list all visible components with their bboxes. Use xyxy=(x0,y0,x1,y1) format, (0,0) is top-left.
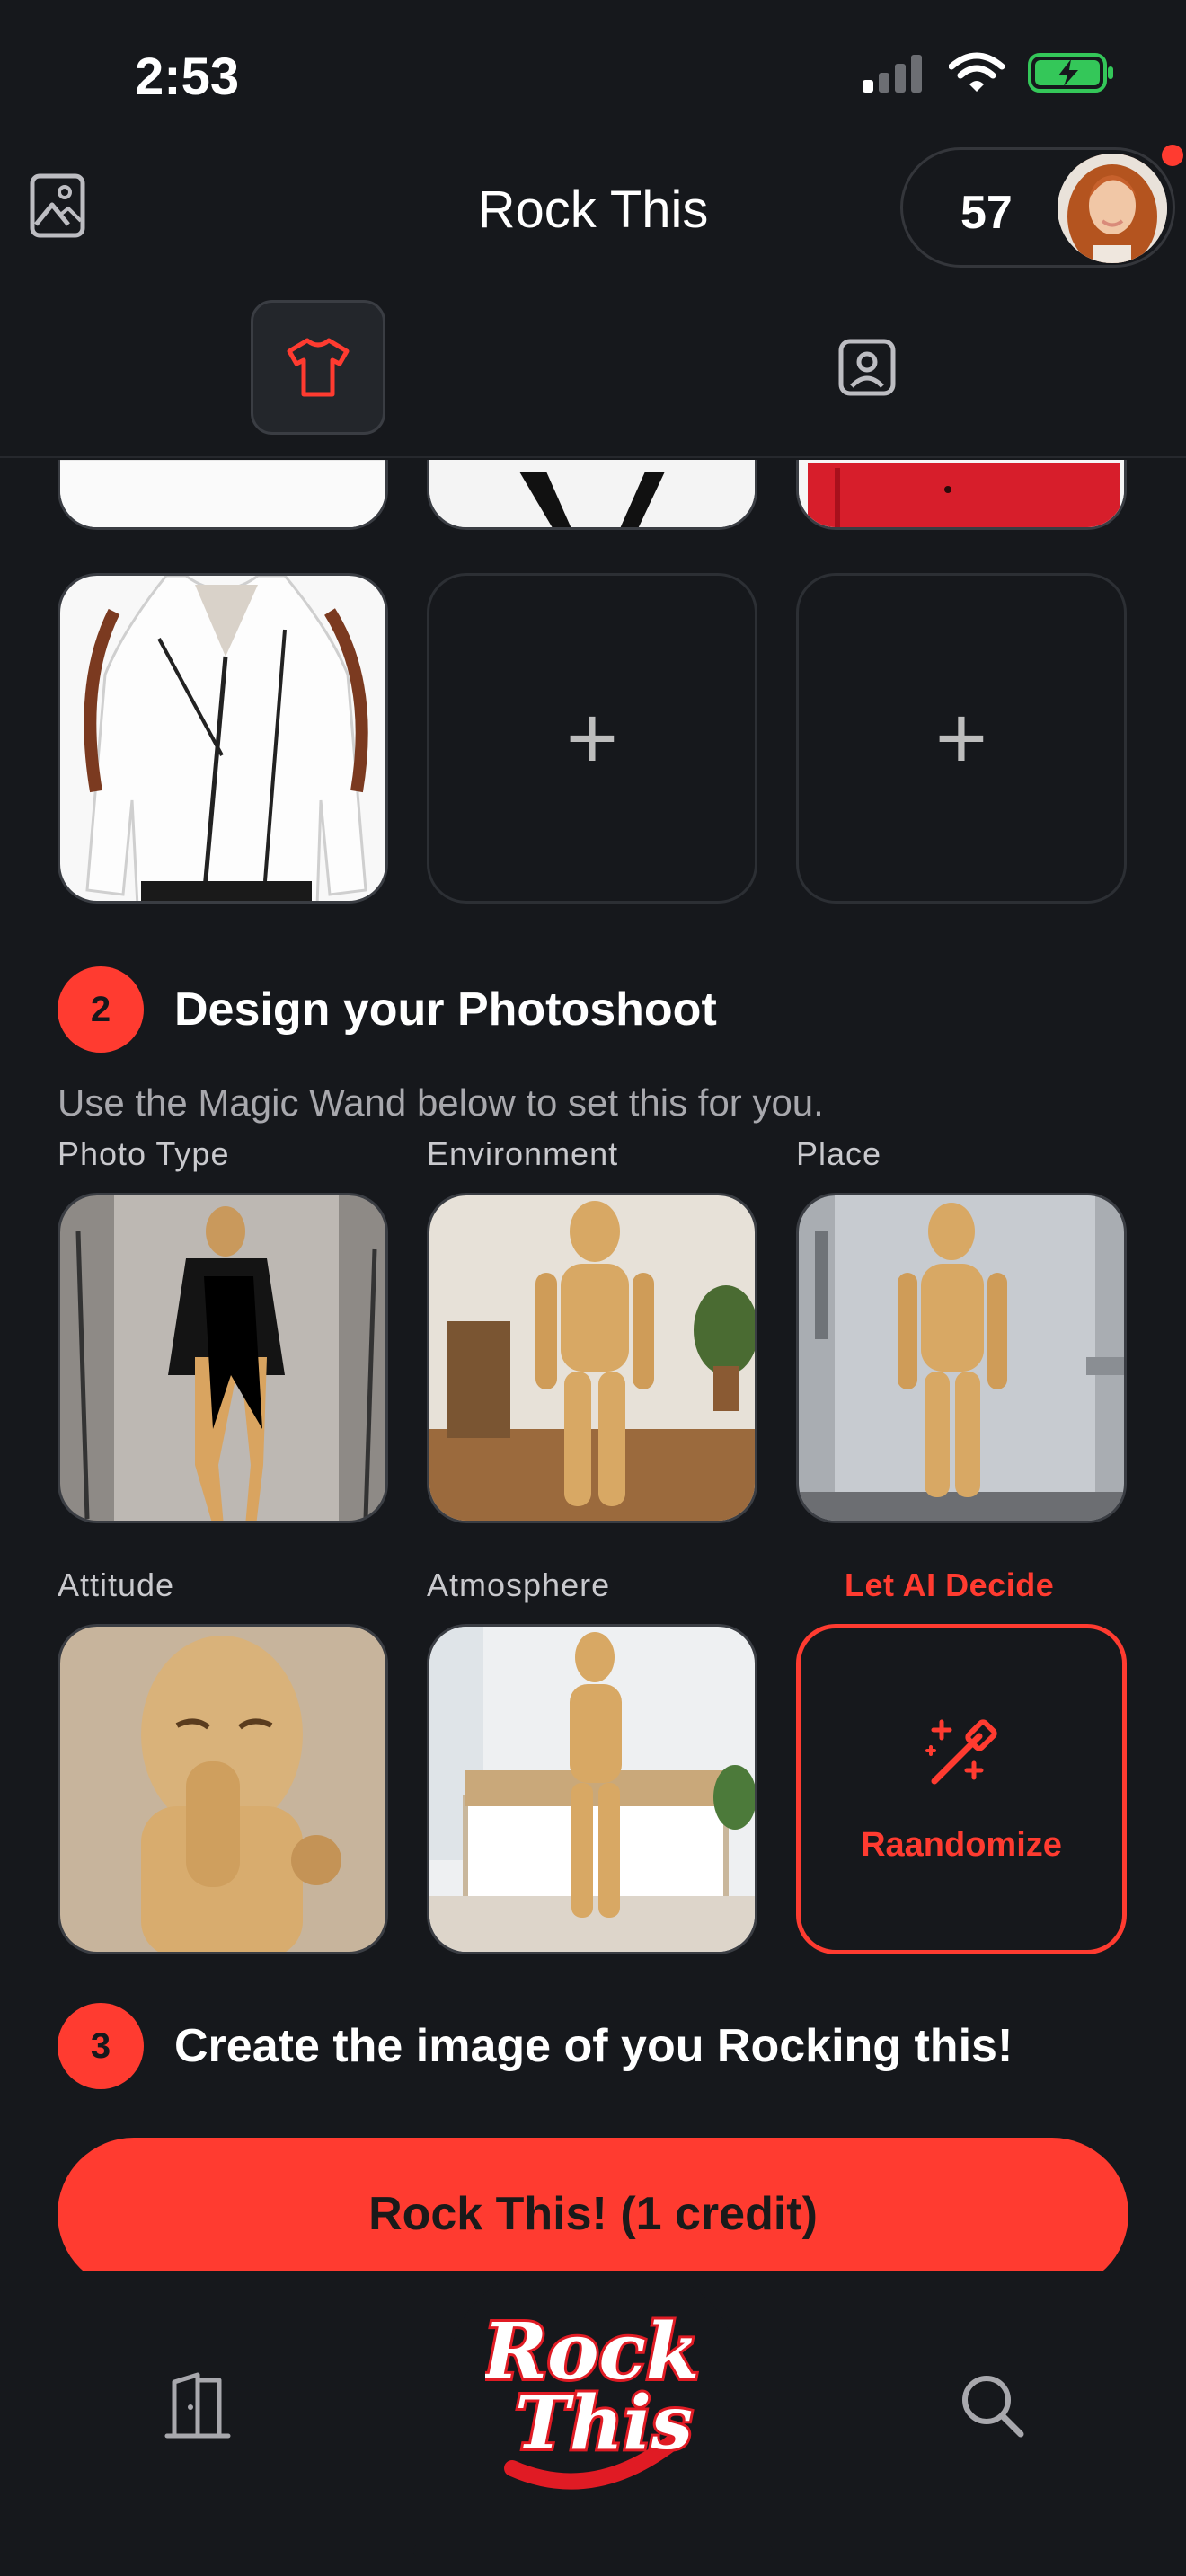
bottom-nav: Rock This xyxy=(0,2271,1186,2576)
status-bar: 2:53 xyxy=(0,0,1186,144)
status-time: 2:53 xyxy=(135,48,240,106)
logo-icon: Rock This xyxy=(478,2304,702,2490)
scroll-content[interactable]: + + 2 Design your Photoshoot Use the Mag… xyxy=(0,460,1186,2130)
option-photo-type[interactable] xyxy=(58,1193,388,1523)
mode-tabs xyxy=(0,269,1186,458)
plus-icon: + xyxy=(565,688,619,789)
logo-this-text: This xyxy=(515,2380,693,2466)
app-header: Rock This 57 xyxy=(0,144,1186,269)
nav-search-button[interactable] xyxy=(956,2369,1028,2441)
option-place[interactable] xyxy=(796,1193,1127,1523)
step-3-title: Create the image of you Rocking this! xyxy=(174,2020,1013,2072)
door-icon xyxy=(164,2372,231,2439)
clothing-item-white-jacket[interactable] xyxy=(58,573,388,904)
step-3-badge: 3 xyxy=(58,2003,144,2089)
randomize-label: Raandomize xyxy=(861,1825,1062,1864)
wifi-icon xyxy=(949,52,1005,92)
credits-count: 57 xyxy=(960,187,1013,239)
step-2-badge: 2 xyxy=(58,966,144,1053)
nav-wardrobe-button[interactable] xyxy=(162,2369,234,2441)
add-clothing-slot-2[interactable]: + xyxy=(796,573,1127,904)
tab-clothing[interactable] xyxy=(251,300,385,435)
option-label-atmosphere: Atmosphere xyxy=(427,1566,611,1603)
notification-dot xyxy=(1162,145,1183,166)
option-label-environment: Environment xyxy=(427,1135,619,1172)
tshirt-icon xyxy=(287,338,350,397)
plus-icon: + xyxy=(934,688,988,789)
option-atmosphere[interactable] xyxy=(427,1624,757,1954)
option-attitude[interactable] xyxy=(58,1624,388,1954)
let-ai-decide-label: Let AI Decide xyxy=(845,1566,1055,1603)
clothing-item-white-top[interactable] xyxy=(58,460,388,530)
add-clothing-slot-1[interactable]: + xyxy=(427,573,757,904)
rock-this-logo[interactable]: Rock This xyxy=(478,2289,702,2495)
avatar xyxy=(1058,154,1167,263)
randomize-button[interactable]: Raandomize xyxy=(796,1624,1127,1954)
tab-person[interactable] xyxy=(800,300,934,435)
step-2-title: Design your Photoshoot xyxy=(174,984,717,1036)
search-icon xyxy=(962,2376,1024,2438)
option-environment[interactable] xyxy=(427,1193,757,1523)
step-2-hint: Use the Magic Wand below to set this for… xyxy=(58,1081,824,1124)
rock-this-button[interactable]: Rock This! (1 credit) xyxy=(58,2138,1128,2290)
status-icons xyxy=(863,52,1114,93)
option-label-photo-type: Photo Type xyxy=(58,1135,230,1172)
home-indicator xyxy=(413,2545,773,2557)
clothing-item-black-pants[interactable] xyxy=(427,460,757,530)
signal-icon xyxy=(863,55,922,93)
credits-profile-button[interactable]: 57 xyxy=(900,145,1183,268)
option-label-attitude: Attitude xyxy=(58,1566,175,1603)
person-portrait-icon xyxy=(838,339,896,396)
magic-wand-icon xyxy=(925,1718,997,1784)
battery-icon xyxy=(1028,53,1113,93)
clothing-item-red-shirt[interactable] xyxy=(796,460,1127,530)
option-label-place: Place xyxy=(796,1135,882,1172)
